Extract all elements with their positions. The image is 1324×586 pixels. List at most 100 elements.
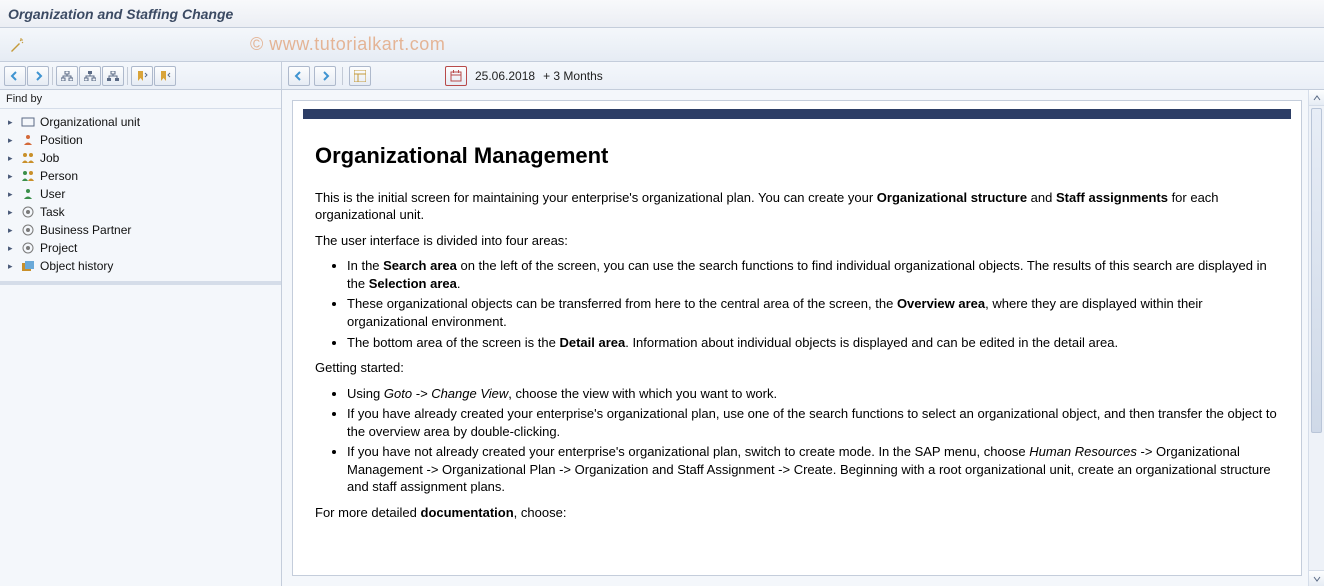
main-split: Find by ▸ Organizational unit ▸ Position… — [0, 62, 1324, 586]
left-toolbar — [0, 62, 281, 90]
org-unit-icon — [20, 115, 36, 129]
accent-bar — [303, 109, 1291, 119]
expand-icon: ▸ — [8, 172, 16, 180]
list-item: In the Search area on the left of the sc… — [347, 257, 1279, 292]
tree-item-label: Organizational unit — [40, 115, 140, 129]
content-body: Organizational Management This is the in… — [293, 119, 1301, 541]
tree-item-org-unit[interactable]: ▸ Organizational unit — [6, 113, 279, 131]
scroll-up-button[interactable] — [1309, 90, 1324, 106]
nav-back-button[interactable] — [288, 66, 310, 86]
content-heading: Organizational Management — [315, 141, 1279, 171]
right-toolbar: 25.06.2018 + 3 Months — [282, 62, 1324, 90]
documentation-paragraph: For more detailed documentation, choose: — [315, 504, 1279, 522]
tree-item-position[interactable]: ▸ Position — [6, 131, 279, 149]
user-icon — [20, 187, 36, 201]
areas-list: In the Search area on the left of the sc… — [347, 257, 1279, 351]
bold-text: Detail area — [559, 335, 625, 350]
tree-item-label: Business Partner — [40, 223, 131, 237]
text: Using — [347, 386, 384, 401]
overview-area: Organizational Management This is the in… — [282, 90, 1324, 586]
bold-text: Overview area — [897, 296, 985, 311]
text: This is the initial screen for maintaini… — [315, 190, 877, 205]
tree-item-label: Position — [40, 133, 83, 147]
scroll-thumb[interactable] — [1311, 108, 1322, 433]
expand-icon: ▸ — [8, 190, 16, 198]
watermark-text: © www.tutorialkart.com — [250, 34, 445, 55]
getting-started-list: Using Goto -> Change View, choose the vi… — [347, 385, 1279, 496]
business-partner-icon — [20, 223, 36, 237]
text: These organizational objects can be tran… — [347, 296, 897, 311]
list-item: If you have not already created your ent… — [347, 443, 1279, 496]
find-by-tree: ▸ Organizational unit ▸ Position ▸ Job ▸… — [0, 109, 281, 281]
scroll-down-button[interactable] — [1309, 570, 1324, 586]
list-item: If you have already created your enterpr… — [347, 405, 1279, 440]
hierarchy-2-button[interactable] — [79, 66, 101, 86]
tree-item-label: Object history — [40, 259, 113, 273]
expand-icon: ▸ — [8, 262, 16, 270]
period-display: 25.06.2018 + 3 Months — [445, 66, 603, 86]
title-bar: Organization and Staffing Change — [0, 0, 1324, 28]
date-picker-button[interactable] — [445, 66, 467, 86]
text: For more detailed — [315, 505, 421, 520]
content-panel: Organizational Management This is the in… — [292, 100, 1302, 576]
tree-item-label: Person — [40, 169, 78, 183]
bold-text: Search area — [383, 258, 457, 273]
intro-paragraph: This is the initial screen for maintaini… — [315, 189, 1279, 224]
text: , choose the view with which you want to… — [508, 386, 777, 401]
tree-item-label: Task — [40, 205, 65, 219]
application-toolbar: © www.tutorialkart.com — [0, 28, 1324, 62]
nav-forward-button[interactable] — [314, 66, 336, 86]
nav-back-button[interactable] — [4, 66, 26, 86]
tree-item-object-history[interactable]: ▸ Object history — [6, 257, 279, 275]
history-icon — [20, 259, 36, 273]
period-value: + 3 Months — [543, 69, 603, 83]
tree-item-business-partner[interactable]: ▸ Business Partner — [6, 221, 279, 239]
bold-text: documentation — [421, 505, 514, 520]
wand-icon[interactable] — [6, 34, 28, 56]
expand-icon: ▸ — [8, 208, 16, 216]
expand-icon: ▸ — [8, 136, 16, 144]
bold-text: Staff assignments — [1056, 190, 1168, 205]
task-icon — [20, 205, 36, 219]
date-value: 25.06.2018 — [475, 69, 535, 83]
scroll-track[interactable] — [1309, 106, 1324, 570]
tree-item-label: Job — [40, 151, 59, 165]
expand-icon: ▸ — [8, 154, 16, 162]
tree-item-person[interactable]: ▸ Person — [6, 167, 279, 185]
position-icon — [20, 133, 36, 147]
text: In the — [347, 258, 383, 273]
expand-icon: ▸ — [8, 118, 16, 126]
layout-button[interactable] — [349, 66, 371, 86]
text: . Information about individual objects i… — [625, 335, 1118, 350]
getting-started-label: Getting started: — [315, 359, 1279, 377]
person-icon — [20, 169, 36, 183]
bold-text: Selection area — [369, 276, 457, 291]
expand-icon: ▸ — [8, 226, 16, 234]
tree-item-job[interactable]: ▸ Job — [6, 149, 279, 167]
text: The bottom area of the screen is the — [347, 335, 559, 350]
page-title: Organization and Staffing Change — [8, 6, 233, 22]
job-icon — [20, 151, 36, 165]
hierarchy-1-button[interactable] — [56, 66, 78, 86]
selection-area — [0, 281, 281, 586]
hierarchy-3-button[interactable] — [102, 66, 124, 86]
list-item: These organizational objects can be tran… — [347, 295, 1279, 330]
text: and — [1027, 190, 1056, 205]
bookmark-next-button[interactable] — [154, 66, 176, 86]
project-icon — [20, 241, 36, 255]
text: . — [457, 276, 461, 291]
toolbar-separator — [52, 67, 53, 85]
areas-intro: The user interface is divided into four … — [315, 232, 1279, 250]
tree-item-label: User — [40, 187, 65, 201]
vertical-scrollbar[interactable] — [1308, 90, 1324, 586]
tree-item-task[interactable]: ▸ Task — [6, 203, 279, 221]
text: If you have not already created your ent… — [347, 444, 1029, 459]
right-pane: 25.06.2018 + 3 Months Organizational Man… — [282, 62, 1324, 586]
tree-item-user[interactable]: ▸ User — [6, 185, 279, 203]
italic-text: Human Resources — [1029, 444, 1137, 459]
bookmark-prev-button[interactable] — [131, 66, 153, 86]
find-by-header: Find by — [0, 90, 281, 109]
nav-forward-button[interactable] — [27, 66, 49, 86]
text: , choose: — [514, 505, 567, 520]
tree-item-project[interactable]: ▸ Project — [6, 239, 279, 257]
